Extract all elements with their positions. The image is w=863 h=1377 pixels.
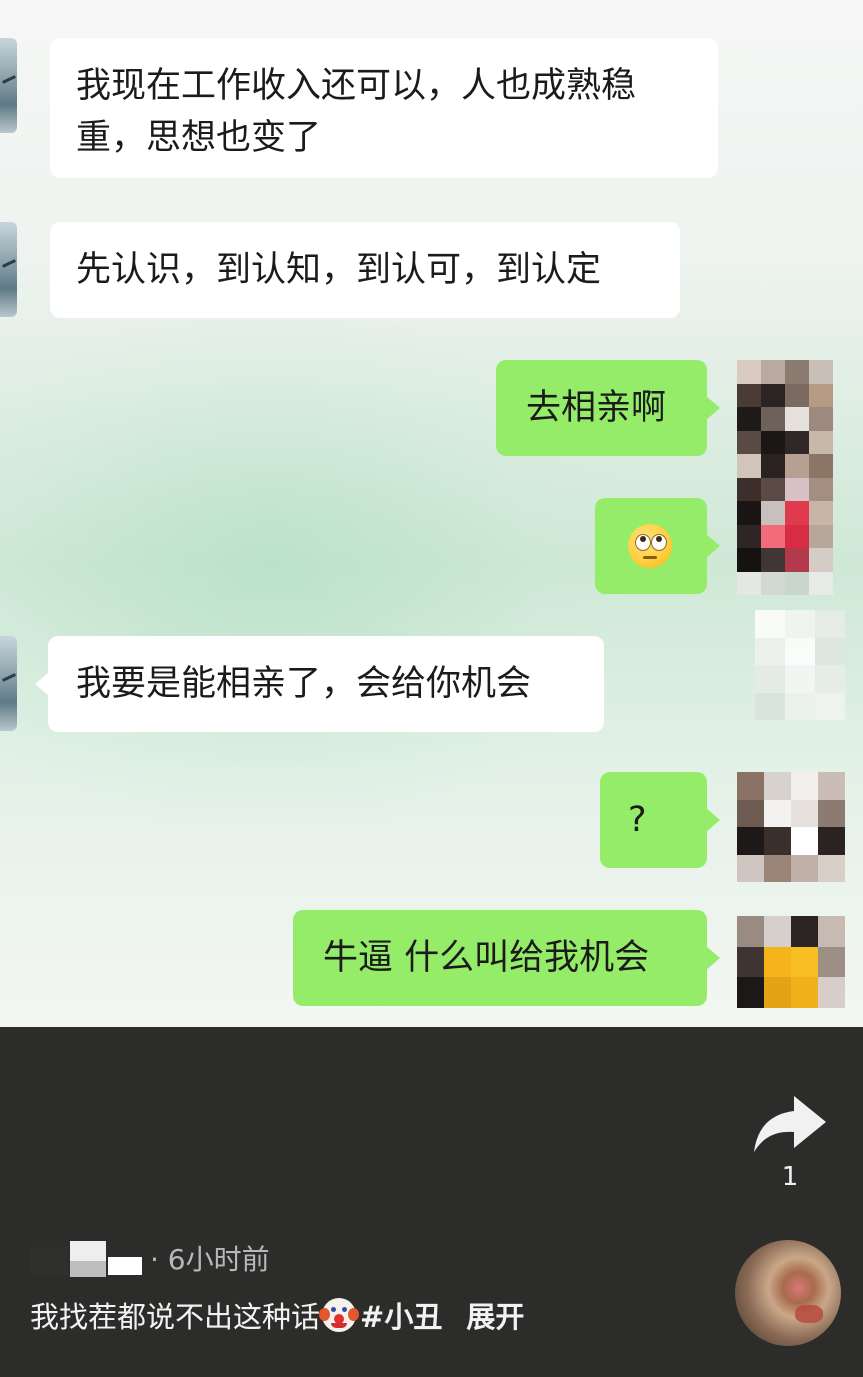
received-message-1: 我现在工作收入还可以，人也成熟稳 重，思想也变了	[50, 38, 718, 178]
message-text: 去相亲啊	[526, 388, 667, 428]
message-text-line-1: 我现在工作收入还可以，人也成熟稳	[76, 66, 637, 106]
share-button[interactable]	[750, 1090, 830, 1160]
message-text: 牛逼 什么叫给我机会	[323, 938, 650, 978]
sent-message-1: 去相亲啊	[496, 360, 720, 456]
author-row: · 6小时前	[30, 1238, 270, 1278]
friend-avatar[interactable]	[0, 222, 17, 317]
message-text-line-2: 重，思想也变了	[76, 118, 322, 158]
rolling-eyes-emoji-icon	[628, 524, 672, 568]
pixelation-artifact	[755, 610, 845, 720]
caption-text: 我找茬都说不出这种话	[30, 1300, 321, 1334]
self-avatar[interactable]	[737, 916, 845, 1008]
sent-message-emoji	[595, 498, 720, 594]
friend-avatar[interactable]	[0, 38, 17, 133]
music-disc-icon[interactable]	[735, 1240, 841, 1346]
message-text: 我要是能相亲了，会给你机会	[76, 664, 532, 704]
message-text: 先认识，到认知，到认可，到认定	[76, 250, 602, 290]
received-message-2: 先认识，到认知，到认可，到认定	[50, 222, 680, 318]
message-text: ?	[628, 800, 647, 840]
clown-emoji-icon	[319, 1298, 360, 1332]
hashtag-link[interactable]: #小丑	[360, 1294, 442, 1336]
video-caption: 我找茬都说不出这种话 #小丑 展开	[30, 1294, 524, 1336]
share-arrow-icon	[754, 1096, 826, 1152]
self-avatar[interactable]	[737, 772, 845, 882]
sent-message-2: ?	[600, 772, 720, 868]
author-name-pixelated[interactable]	[30, 1239, 142, 1277]
sent-message-3: 牛逼 什么叫给我机会	[293, 910, 720, 1006]
received-message-3: 我要是能相亲了，会给你机会	[35, 636, 604, 732]
expand-button[interactable]: 展开	[466, 1294, 524, 1336]
share-count: 1	[781, 1162, 799, 1192]
chat-screenshot: 我现在工作收入还可以，人也成熟稳 重，思想也变了 先认识，到认知，到认可，到认定…	[0, 0, 863, 1027]
friend-avatar[interactable]	[0, 636, 17, 731]
post-time: · 6小时前	[150, 1243, 270, 1276]
self-avatar[interactable]	[737, 360, 833, 595]
